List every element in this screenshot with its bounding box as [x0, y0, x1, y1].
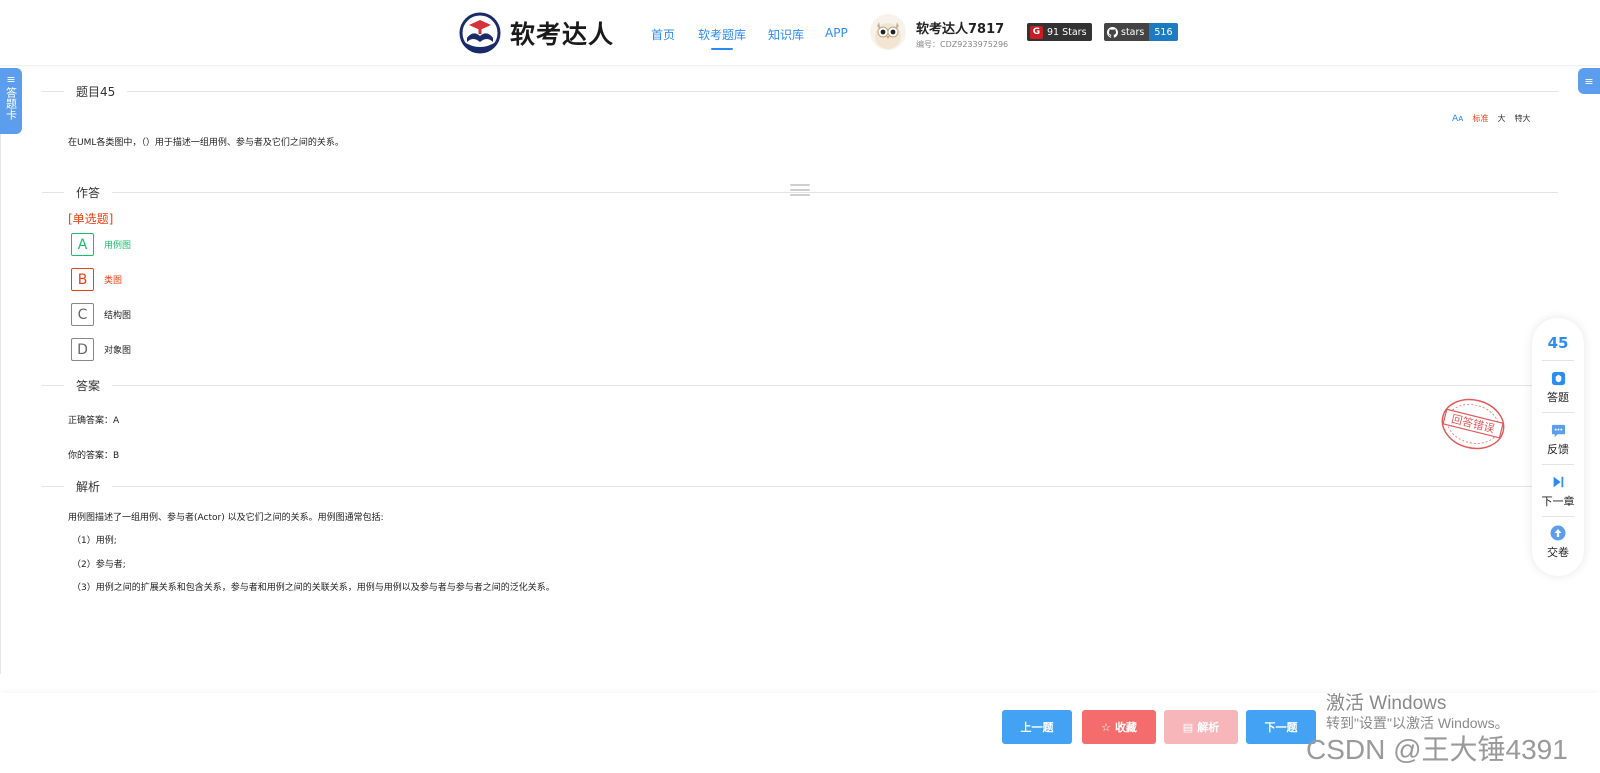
- next-chapter-label: 下一章: [1541, 495, 1575, 508]
- submit-paper-button[interactable]: 交卷: [1532, 525, 1584, 560]
- question-text: 在UML各类图中，（）用于描述一组用例、参与者及它们之间的关系。: [68, 138, 344, 148]
- next-chapter-icon: [1550, 474, 1566, 490]
- right-menu-tab[interactable]: ≡: [1578, 68, 1600, 94]
- question-type: [单选题]: [68, 212, 114, 226]
- option-b[interactable]: B 类图: [71, 268, 122, 291]
- analysis-line: 用例图描述了一组用例、参与者(Actor) 以及它们之间的关系。用例图通常包括:: [68, 513, 384, 523]
- divider: [42, 91, 1558, 92]
- option-a-text: 用例图: [104, 241, 132, 251]
- option-d[interactable]: D 对象图: [71, 338, 131, 361]
- drag-handle-icon[interactable]: [790, 184, 810, 198]
- option-d-text: 对象图: [104, 346, 132, 356]
- nav-home[interactable]: 首页: [651, 26, 675, 43]
- font-large-option[interactable]: 大: [1497, 113, 1505, 124]
- your-answer: 你的答案：B: [68, 451, 120, 461]
- activate-windows-title: 激活 Windows: [1326, 693, 1447, 714]
- owl-avatar-icon: [875, 22, 901, 49]
- menu-icon: ≡: [6, 73, 16, 86]
- answer-sheet-label: 答题: [1547, 391, 1569, 404]
- top-header: 软考达人 首页 软考题库 知识库 APP 软考达人7817 编号：CDZ9233…: [0, 0, 1600, 66]
- side-panel: 45 答题 反馈 下一章 交卷: [1532, 318, 1584, 576]
- option-b-key: B: [71, 268, 94, 291]
- favorite-button[interactable]: ☆ 收藏: [1082, 710, 1156, 744]
- submit-icon: [1550, 525, 1566, 541]
- brand-logo[interactable]: 软考达人: [458, 12, 614, 54]
- font-standard-option[interactable]: 标准: [1472, 113, 1488, 124]
- gitee-stars-badge[interactable]: G 91 Stars: [1027, 23, 1092, 41]
- document-icon: ▤: [1182, 720, 1194, 734]
- font-size-icon: Aᴀ: [1452, 113, 1464, 124]
- favorite-label: 收藏: [1114, 721, 1137, 734]
- feedback-icon: [1550, 422, 1566, 438]
- submit-label: 交卷: [1547, 546, 1569, 559]
- divider: [42, 385, 1558, 386]
- brand-name: 软考达人: [510, 20, 615, 49]
- option-c-key: C: [71, 303, 94, 326]
- left-border: [0, 134, 1, 674]
- analysis-button[interactable]: ▤ 解析: [1164, 710, 1238, 744]
- font-xlarge-option[interactable]: 特大: [1514, 113, 1530, 124]
- user-name[interactable]: 软考达人7817: [916, 18, 1004, 37]
- analysis-line: （2）参与者;: [72, 560, 126, 570]
- analysis-line: （1）用例;: [72, 536, 117, 546]
- analysis-line: （3）用例之间的扩展关系和包含关系，参与者和用例之间的关联关系，用例与用例以及参…: [72, 583, 555, 593]
- user-id: 编号：CDZ9233975296: [916, 40, 1009, 49]
- option-c[interactable]: C 结构图: [71, 303, 131, 326]
- stamp-text: 回答错误: [1450, 411, 1496, 435]
- avatar[interactable]: [870, 14, 906, 50]
- csdn-watermark: CSDN @王大锤4391: [1306, 734, 1568, 765]
- next-chapter-button[interactable]: 下一章: [1532, 474, 1584, 509]
- nav-question-bank[interactable]: 软考题库: [698, 26, 746, 50]
- result-section-title: 答案: [64, 377, 113, 394]
- divider: [1542, 360, 1574, 361]
- answer-sheet-button[interactable]: 答题: [1532, 370, 1584, 405]
- divider: [42, 486, 1558, 487]
- wrong-answer-stamp: 回答错误: [1441, 398, 1505, 450]
- gitee-stars-label: 91 Stars: [1047, 26, 1087, 38]
- option-a[interactable]: A 用例图: [71, 233, 131, 256]
- menu-icon: ≡: [1584, 74, 1594, 88]
- question-number[interactable]: 45: [1532, 334, 1584, 352]
- star-icon: ☆: [1101, 720, 1111, 734]
- font-size-options: Aᴀ 标准 大 特大: [1452, 113, 1530, 124]
- question-section-title: 题目45: [64, 83, 128, 100]
- answer-icon: [1550, 370, 1566, 386]
- next-question-label: 下一题: [1264, 721, 1298, 734]
- correct-answer: 正确答案：A: [68, 416, 120, 426]
- analysis-section-title: 解析: [64, 478, 113, 495]
- analysis-label: 解析: [1197, 721, 1220, 734]
- divider: [1542, 412, 1574, 413]
- github-icon: [1107, 26, 1118, 38]
- github-stars-badge[interactable]: stars 516: [1104, 23, 1178, 41]
- prev-question-label: 上一题: [1020, 721, 1054, 734]
- gitee-icon: G: [1030, 25, 1043, 39]
- option-c-text: 结构图: [104, 311, 132, 321]
- feedback-label: 反馈: [1547, 443, 1569, 456]
- logo-emblem-icon: [459, 12, 501, 54]
- nav-knowledge-base[interactable]: 知识库: [768, 26, 804, 43]
- option-b-text: 类图: [104, 276, 123, 286]
- prev-question-button[interactable]: 上一题: [1002, 710, 1072, 744]
- answer-section-title: 作答: [64, 184, 113, 201]
- divider: [1542, 464, 1574, 465]
- github-stars-label: stars: [1121, 26, 1145, 38]
- github-stars-count: 516: [1154, 26, 1173, 38]
- nav-app[interactable]: APP: [825, 26, 848, 40]
- option-a-key: A: [71, 233, 94, 256]
- answer-card-label: 答题卡: [4, 87, 18, 120]
- answer-card-tab[interactable]: ≡ 答题卡: [0, 68, 22, 134]
- feedback-button[interactable]: 反馈: [1532, 422, 1584, 457]
- option-d-key: D: [71, 338, 94, 361]
- divider: [1542, 516, 1574, 517]
